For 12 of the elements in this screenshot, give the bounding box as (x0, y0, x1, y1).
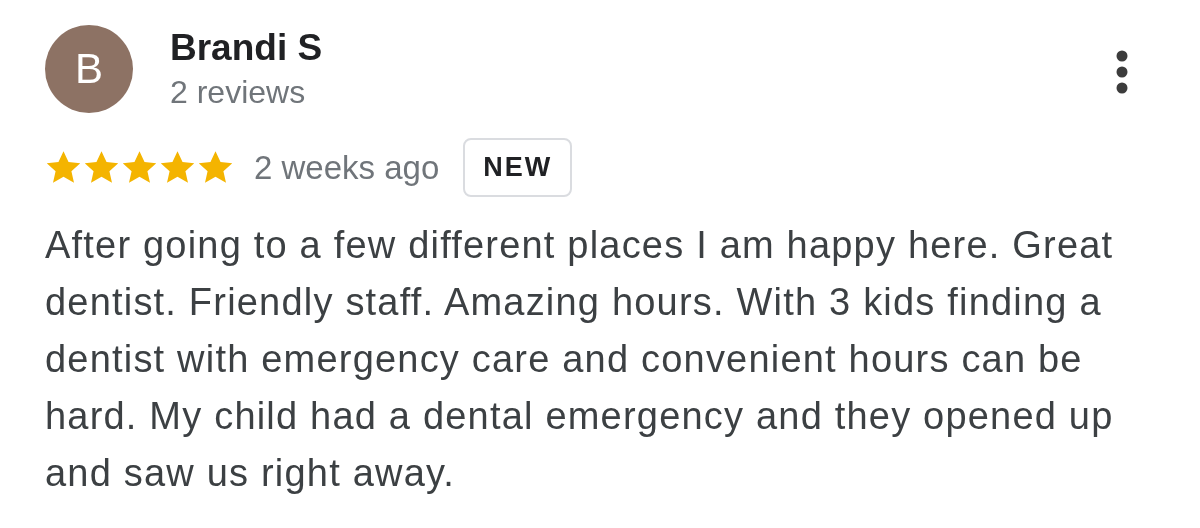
star-icon (45, 150, 82, 185)
star-icon (83, 150, 120, 185)
review-date: 2 weeks ago (254, 148, 440, 187)
star-icon (121, 150, 158, 185)
star-icon (197, 150, 234, 185)
star-icon (159, 150, 196, 185)
more-options-icon[interactable] (1115, 50, 1129, 94)
review-count: 2 reviews (170, 74, 307, 110)
review-text: After going to a few different places I am happy here. Great dentist. Friendly staff. Amazing hours. With 3 kids finding a dentist with emergency care and convenient hours can be hard. My child had a dental emergency and they opened up and saw us right away. (45, 223, 1115, 496)
author-name[interactable]: Brandi S (170, 27, 1115, 69)
new-badge: NEW (463, 138, 573, 197)
avatar: B (45, 25, 133, 113)
